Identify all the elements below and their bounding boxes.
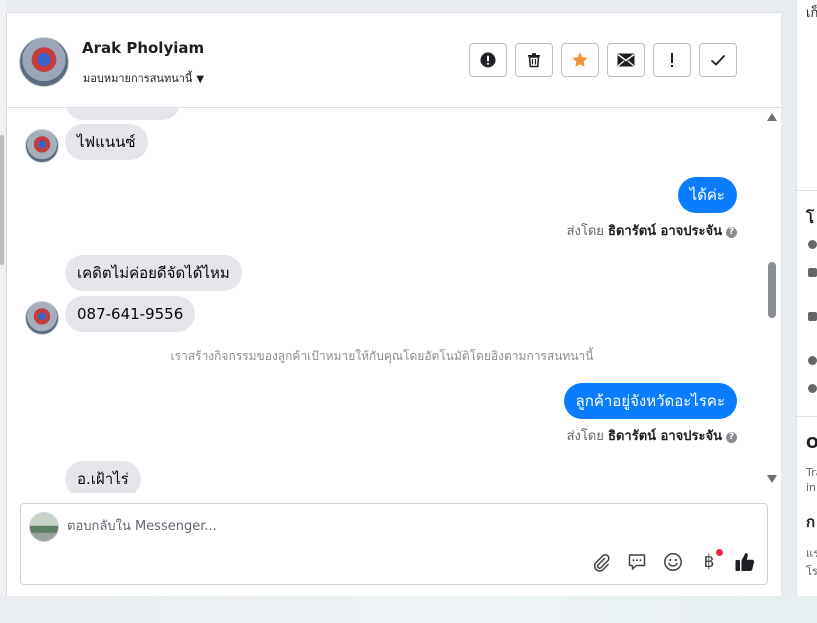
emoji-button[interactable] <box>661 550 685 574</box>
system-notice: เราสร้างกิจกรรมของลูกค้าเป้าหมายให้กับคุ… <box>170 349 594 363</box>
like-icon <box>735 553 755 571</box>
partial-message-bubble <box>65 108 180 120</box>
payment-baht-icon: ฿ <box>703 552 715 572</box>
conversation-panel: Arak Pholyiam มอบหมายการสนทนานี้ ▼ ไฟแนน… <box>6 12 781 597</box>
incoming-message: เคดิตไม่ค่อยดีจัดได้ไหม <box>65 255 242 291</box>
star-button[interactable] <box>561 43 599 77</box>
assign-label: มอบหมายการสนทนานี้ <box>83 72 193 85</box>
assign-conversation-dropdown[interactable]: มอบหมายการสนทนานี้ ▼ <box>83 69 204 87</box>
divider <box>797 416 817 417</box>
page-avatar <box>29 512 59 542</box>
delete-button[interactable] <box>515 43 553 77</box>
section-text-partial: แร <box>806 547 817 560</box>
clock-icon <box>808 240 817 249</box>
exclamation-icon <box>671 53 673 67</box>
saved-reply-icon <box>628 554 646 570</box>
envelope-icon <box>617 53 635 67</box>
help-icon[interactable]: ? <box>726 227 737 238</box>
graduation-icon <box>808 312 817 321</box>
outgoing-message: ได้ค่ะ <box>677 177 737 213</box>
section-heading-partial: โ <box>806 209 815 227</box>
reply-input[interactable] <box>67 516 667 536</box>
chevron-down-icon: ▼ <box>196 74 205 85</box>
like-button[interactable] <box>733 550 757 574</box>
spam-button[interactable] <box>469 43 507 77</box>
incoming-message: อ.เฝ้าไร่ <box>65 461 141 493</box>
sender-name: ธิดารัตน์ อาจประจัน <box>608 429 722 444</box>
mark-done-button[interactable] <box>699 43 737 77</box>
saved-replies-button[interactable] <box>625 550 649 574</box>
location-icon <box>808 384 817 393</box>
section-heading-partial: O <box>806 434 817 452</box>
contact-avatar-small <box>25 129 59 163</box>
message-composer: ฿ <box>20 503 768 585</box>
follow-up-button[interactable] <box>653 43 691 77</box>
composer-actions: ฿ <box>589 549 757 574</box>
notification-dot <box>716 549 723 556</box>
location-icon <box>808 356 817 365</box>
sent-by-label: ส่งโดย ธิดารัตน์ อาจประจัน? <box>567 425 737 446</box>
conversation-toolbar <box>469 43 737 77</box>
section-text-partial: โร <box>806 565 817 578</box>
attach-button[interactable] <box>589 550 613 574</box>
window-bottom-edge <box>0 596 817 623</box>
divider <box>797 190 817 191</box>
contact-avatar[interactable] <box>19 37 69 87</box>
briefcase-icon <box>808 268 817 277</box>
check-icon <box>710 54 726 66</box>
trash-icon <box>528 53 540 68</box>
contact-name[interactable]: Arak Pholyiam <box>82 39 204 57</box>
star-icon <box>572 52 588 67</box>
message-scrollbar-thumb[interactable] <box>768 262 776 318</box>
contact-avatar-small <box>25 301 59 335</box>
incoming-message: ไฟแนนซ์ <box>65 124 148 160</box>
details-heading-partial: เก็ <box>806 6 817 21</box>
section-text-partial: Tra <box>806 466 817 479</box>
message-list: ไฟแนนซ์ ได้ค่ะ ส่งโดย ธิดารัตน์ อาจประจั… <box>7 108 781 493</box>
customer-details-panel: เก็ โ O Tra in ก แร โร <box>796 0 817 596</box>
mark-unread-button[interactable] <box>607 43 645 77</box>
outgoing-message: ลูกค้าอยู่จังหวัดอะไรคะ <box>563 383 737 419</box>
left-scrollbar-thumb[interactable] <box>0 135 4 265</box>
sent-by-prefix: ส่งโดย <box>566 224 604 239</box>
help-icon[interactable]: ? <box>726 432 737 443</box>
sent-by-label: ส่งโดย ธิดารัตน์ อาจประจัน? <box>567 220 737 241</box>
section-text-partial: in <box>806 481 817 494</box>
alert-circle-icon <box>480 52 496 68</box>
scroll-up-arrow-icon[interactable] <box>767 113 777 121</box>
paperclip-icon <box>593 554 610 572</box>
sent-by-prefix: ส่งโดย <box>566 429 604 444</box>
section-heading-partial: ก <box>806 513 816 531</box>
scroll-down-arrow-icon[interactable] <box>767 475 777 483</box>
incoming-message: 087-641-9556 <box>65 296 196 332</box>
conversation-header: Arak Pholyiam มอบหมายการสนทนานี้ ▼ <box>7 13 781 108</box>
sender-name: ธิดารัตน์ อาจประจัน <box>608 224 722 239</box>
payment-button[interactable]: ฿ <box>697 549 723 574</box>
emoji-icon <box>664 553 682 571</box>
